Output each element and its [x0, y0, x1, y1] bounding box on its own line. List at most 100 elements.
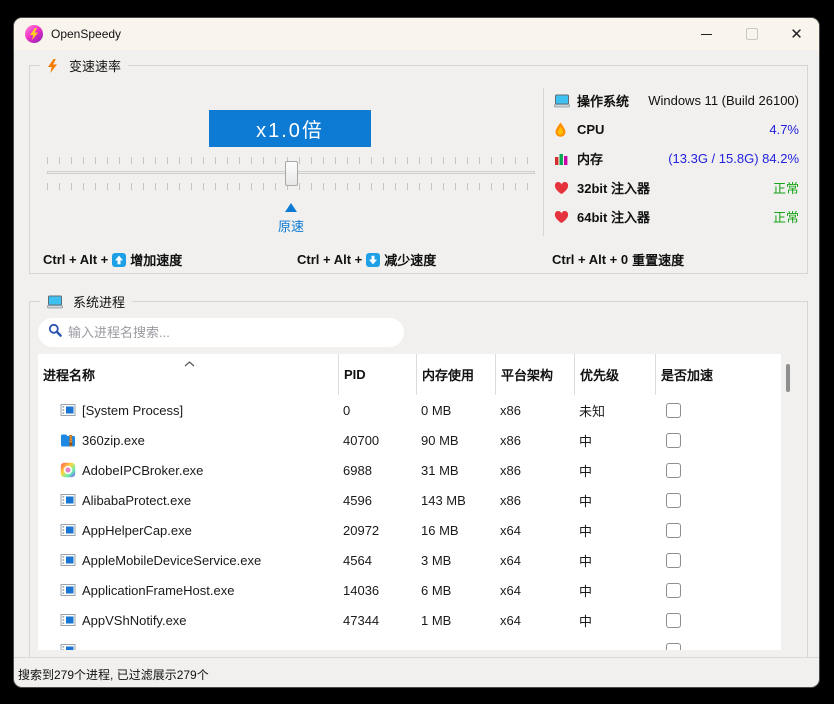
default-app-icon — [60, 492, 76, 508]
table-row[interactable]: AppleMobileDeviceService.exe 4564 3 MB x… — [38, 545, 781, 575]
arch-cell: x86 — [495, 455, 574, 485]
process-name-cell: ApplicationFrameHost.exe — [38, 575, 338, 605]
heart-icon — [554, 180, 571, 196]
app-title: OpenSpeedy — [51, 27, 121, 41]
pid-cell: 47344 — [338, 605, 416, 635]
sysinfo-row: 64bit 注入器 正常 — [554, 202, 799, 231]
memory-icon — [554, 151, 571, 167]
column-header[interactable]: 平台架构 — [495, 354, 574, 395]
accelerate-checkbox[interactable] — [666, 553, 681, 568]
cpu-icon — [554, 122, 571, 138]
process-name-cell: [System Process] — [38, 395, 338, 425]
default-app-icon — [60, 402, 76, 418]
accelerate-checkbox[interactable] — [666, 643, 681, 651]
accelerate-cell — [655, 575, 781, 605]
speed-multiplier-button[interactable]: x1.0倍 — [209, 110, 371, 147]
slider-handle[interactable] — [285, 161, 298, 186]
maximize-icon — [746, 28, 758, 40]
process-name-cell — [38, 635, 338, 650]
table-row[interactable] — [38, 635, 781, 650]
monitor-icon — [47, 294, 63, 310]
sysinfo-divider — [543, 88, 544, 236]
search-box[interactable] — [38, 318, 404, 347]
speed-rate-group: 变速速率 x1.0倍 原速 操作系统 Windows 11 (Build 261… — [29, 65, 808, 274]
column-header[interactable]: 是否加速 — [655, 354, 781, 395]
arch-cell: x64 — [495, 545, 574, 575]
accelerate-checkbox[interactable] — [666, 583, 681, 598]
accelerate-cell — [655, 515, 781, 545]
arch-cell: x86 — [495, 425, 574, 455]
app-window: OpenSpeedy ✕ 变速速率 x1.0倍 原速 — [13, 17, 820, 688]
pid-cell: 20972 — [338, 515, 416, 545]
app-logo-icon — [25, 25, 43, 43]
column-header[interactable]: 优先级 — [574, 354, 655, 395]
heart-icon — [554, 209, 571, 225]
accelerate-cell — [655, 425, 781, 455]
monitor-icon — [554, 93, 571, 109]
table-row[interactable]: AdobeIPCBroker.exe 6988 31 MB x86 中 — [38, 455, 781, 485]
table-row[interactable]: AppHelperCap.exe 20972 16 MB x64 中 — [38, 515, 781, 545]
arch-cell: x86 — [495, 395, 574, 425]
titlebar[interactable]: OpenSpeedy ✕ — [14, 18, 819, 50]
shortcut-reset-speed: Ctrl + Alt + 0重置速度 — [552, 250, 684, 269]
pid-cell: 0 — [338, 395, 416, 425]
table-row[interactable]: AppVShNotify.exe 47344 1 MB x64 中 — [38, 605, 781, 635]
table-row[interactable]: 360zip.exe 40700 90 MB x86 中 — [38, 425, 781, 455]
search-icon — [48, 323, 62, 342]
memory-cell: 90 MB — [416, 425, 495, 455]
arch-cell: x64 — [495, 515, 574, 545]
pid-cell — [338, 635, 416, 650]
priority-cell: 中 — [574, 545, 655, 575]
priority-cell: 中 — [574, 605, 655, 635]
accelerate-cell — [655, 545, 781, 575]
column-header[interactable]: PID — [338, 354, 416, 395]
maximize-button[interactable] — [729, 18, 774, 50]
memory-cell: 31 MB — [416, 455, 495, 485]
accelerate-checkbox[interactable] — [666, 613, 681, 628]
priority-cell — [574, 635, 655, 650]
search-input[interactable] — [66, 324, 394, 341]
accelerate-checkbox[interactable] — [666, 463, 681, 478]
default-app-icon — [60, 642, 76, 650]
sysinfo-panel: 操作系统 Windows 11 (Build 26100) CPU 4.7% 内… — [554, 86, 799, 231]
arch-cell: x64 — [495, 575, 574, 605]
pid-cell: 40700 — [338, 425, 416, 455]
scrollbar-thumb[interactable] — [786, 364, 790, 392]
memory-cell — [416, 635, 495, 650]
priority-cell: 中 — [574, 485, 655, 515]
column-header[interactable]: 内存使用 — [416, 354, 495, 395]
pid-cell: 4596 — [338, 485, 416, 515]
table-row[interactable]: [System Process] 0 0 MB x86 未知 — [38, 395, 781, 425]
priority-cell: 中 — [574, 425, 655, 455]
speed-rate-group-label: 变速速率 — [40, 56, 128, 75]
priority-cell: 中 — [574, 455, 655, 485]
sysinfo-row: 内存 (13.3G / 15.8G) 84.2% — [554, 144, 799, 173]
process-name-cell: AppHelperCap.exe — [38, 515, 338, 545]
accelerate-cell — [655, 455, 781, 485]
process-name-cell: AppleMobileDeviceService.exe — [38, 545, 338, 575]
minimize-icon — [701, 34, 712, 35]
status-text: 搜索到279个进程, 已过滤展示279个 — [18, 666, 209, 683]
process-name-cell: AppVShNotify.exe — [38, 605, 338, 635]
accelerate-checkbox[interactable] — [666, 403, 681, 418]
priority-cell: 中 — [574, 575, 655, 605]
shortcut-increase-speed: Ctrl + Alt +增加速度 — [43, 250, 182, 269]
memory-cell: 16 MB — [416, 515, 495, 545]
process-name-cell: AlibabaProtect.exe — [38, 485, 338, 515]
minimize-button[interactable] — [684, 18, 729, 50]
table-header-row[interactable]: 进程名称PID内存使用平台架构优先级是否加速 — [38, 354, 781, 395]
accelerate-checkbox[interactable] — [666, 523, 681, 538]
default-app-icon — [60, 612, 76, 628]
original-speed-marker-icon — [285, 203, 297, 212]
table-row[interactable]: AlibabaProtect.exe 4596 143 MB x86 中 — [38, 485, 781, 515]
adobe-app-icon — [60, 462, 76, 478]
accelerate-checkbox[interactable] — [666, 433, 681, 448]
table-row[interactable]: ApplicationFrameHost.exe 14036 6 MB x64 … — [38, 575, 781, 605]
accelerate-checkbox[interactable] — [666, 493, 681, 508]
table-rows: [System Process] 0 0 MB x86 未知 360zip.ex… — [38, 395, 781, 650]
memory-cell: 0 MB — [416, 395, 495, 425]
close-button[interactable]: ✕ — [774, 18, 819, 50]
pid-cell: 4564 — [338, 545, 416, 575]
arrow-down-icon — [366, 253, 380, 267]
process-name-cell: 360zip.exe — [38, 425, 338, 455]
